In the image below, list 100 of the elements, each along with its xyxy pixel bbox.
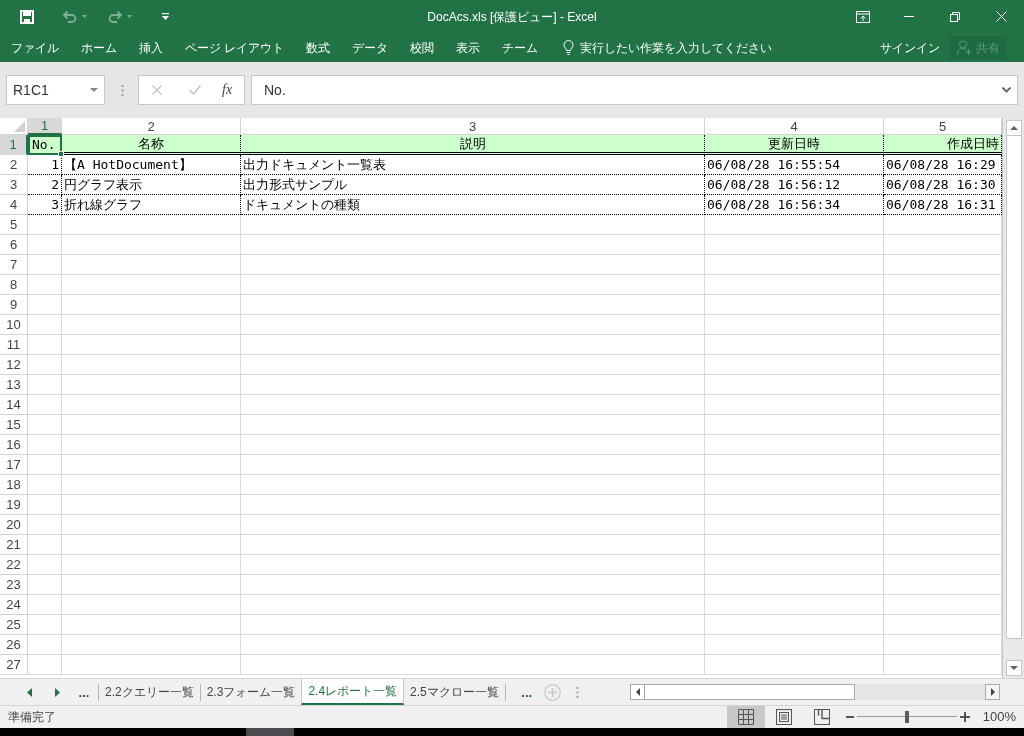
zoom-slider[interactable] [856, 711, 957, 723]
table-cell: 円グラフ表示 [62, 175, 241, 195]
chevron-down-icon [1002, 87, 1011, 93]
row-header[interactable]: 16 [0, 435, 28, 455]
ribbon-tab[interactable]: データ [341, 33, 400, 62]
fill-handle[interactable] [58, 151, 64, 157]
triangle-right-icon [54, 687, 60, 697]
triangle-up-icon [1009, 126, 1018, 130]
row-header[interactable]: 11 [0, 335, 28, 355]
sign-in-link[interactable]: サインイン [880, 38, 940, 57]
row-header[interactable]: 17 [0, 455, 28, 475]
ribbon-tab[interactable]: 校閲 [399, 33, 446, 62]
row-header[interactable]: 5 [0, 215, 28, 235]
row-header[interactable]: 19 [0, 495, 28, 515]
normal-view-button[interactable] [726, 706, 765, 728]
scroll-left-button[interactable] [630, 684, 645, 700]
triangle-left-icon [26, 687, 32, 697]
window-title: DocAcs.xls [保護ビュー] - Excel [427, 8, 597, 26]
table-cell: ドキュメントの種類 [241, 195, 705, 215]
sheet-tab[interactable]: 2.2クエリー一覧 [99, 679, 200, 705]
zoom-level-button[interactable]: 100% [982, 707, 1016, 727]
row-header[interactable]: 10 [0, 315, 28, 335]
row-header[interactable]: 8 [0, 275, 28, 295]
table-cell: 折れ線グラフ [62, 195, 241, 215]
formula-field[interactable]: No. [251, 75, 1018, 105]
row-header[interactable]: 12 [0, 355, 28, 375]
header-cell: No. [28, 135, 62, 155]
vertical-scrollbar[interactable] [1002, 118, 1024, 678]
grid-icon [737, 709, 754, 725]
insert-function-button[interactable]: fx [220, 83, 235, 97]
restore-icon [950, 11, 960, 22]
column-header[interactable]: 5 [884, 118, 1002, 135]
sheet-tab[interactable]: 2.5マクロー一覧 [404, 679, 505, 705]
table-cell: 2 [28, 175, 62, 195]
row-header[interactable]: 13 [0, 375, 28, 395]
row-header[interactable]: 24 [0, 595, 28, 615]
table-cell: 06/08/28 16:31 [884, 195, 1002, 215]
minimize-icon [904, 16, 914, 17]
circle-plus-icon [544, 683, 562, 701]
grip-icon [575, 686, 579, 698]
ribbon-tab[interactable]: 表示 [445, 33, 492, 62]
zoom-slider-thumb[interactable] [904, 711, 909, 723]
ribbon-tab[interactable]: ホーム [70, 33, 128, 62]
table-cell: 3 [28, 195, 62, 215]
row-header[interactable]: 9 [0, 295, 28, 315]
caret-down-icon [82, 15, 87, 18]
scroll-up-button[interactable] [1005, 120, 1022, 136]
table-cell: 06/08/28 16:56:34 [705, 195, 884, 215]
row-header[interactable]: 23 [0, 575, 28, 595]
row-header[interactable]: 3 [0, 175, 28, 195]
status-text: 準備完了 [8, 709, 56, 726]
row-header[interactable]: 21 [0, 535, 28, 555]
more-sheets-button[interactable]: ... [72, 685, 96, 699]
row-header[interactable]: 7 [0, 255, 28, 275]
row-header[interactable]: 27 [0, 655, 28, 675]
ribbon-tab[interactable]: ファイル [0, 33, 70, 62]
column-header[interactable]: 4 [705, 118, 884, 135]
column-header[interactable]: 3 [241, 118, 705, 135]
table-cell: 【A HotDocument】 [62, 155, 241, 175]
row-header[interactable]: 4 [0, 195, 28, 215]
row-header[interactable]: 6 [0, 235, 28, 255]
row-header[interactable]: 20 [0, 515, 28, 535]
sheet-tab[interactable]: 2.3フォーム一覧 [200, 679, 302, 705]
save-button[interactable] [20, 9, 34, 24]
sheet-tab[interactable]: 2.4レポート一覧 [301, 679, 405, 705]
tell-me-field[interactable]: 実行したい作業を入力してください [563, 33, 773, 62]
row-header[interactable]: 1 [0, 135, 28, 155]
save-icon [20, 9, 34, 24]
scroll-down-button[interactable] [1005, 660, 1022, 676]
table-cell: 06/08/28 16:55:54 [705, 155, 884, 175]
ribbon-tab[interactable]: 挿入 [128, 33, 174, 62]
row-header[interactable]: 25 [0, 615, 28, 635]
ribbon-tab[interactable]: チーム [491, 33, 550, 62]
scroll-right-button[interactable] [985, 684, 1000, 700]
column-header[interactable]: 2 [62, 118, 241, 135]
ribbon-tab[interactable]: ページ レイアウト [174, 33, 296, 62]
name-box[interactable]: R1C1 [6, 75, 105, 105]
row-header[interactable]: 22 [0, 555, 28, 575]
more-sheets-button[interactable]: ... [513, 685, 540, 699]
row-header[interactable]: 18 [0, 475, 28, 495]
header-cell: 説明 [241, 135, 705, 155]
customize-menu-icon [162, 13, 169, 20]
customize-toolbar-button[interactable] [162, 13, 169, 20]
row-header[interactable]: 2 [0, 155, 28, 175]
row-header[interactable]: 15 [0, 415, 28, 435]
caret-down-icon [90, 88, 98, 92]
scroll-thumb[interactable] [1005, 135, 1022, 639]
column-header[interactable]: 1 [28, 118, 62, 135]
triangle-right-icon [990, 688, 995, 696]
horizontal-scrollbar[interactable] [630, 684, 1000, 700]
scroll-thumb[interactable] [645, 684, 855, 700]
table-cell: 出力形式サンプル [241, 175, 705, 195]
row-header[interactable]: 14 [0, 395, 28, 415]
ribbon-tab[interactable]: 数式 [295, 33, 342, 62]
close-icon [995, 11, 1007, 22]
row-header[interactable]: 26 [0, 635, 28, 655]
plus-icon [959, 712, 970, 722]
table-cell: 1 [28, 155, 62, 175]
table-cell: 06/08/28 16:56:12 [705, 175, 884, 195]
page-layout-icon [775, 709, 792, 725]
